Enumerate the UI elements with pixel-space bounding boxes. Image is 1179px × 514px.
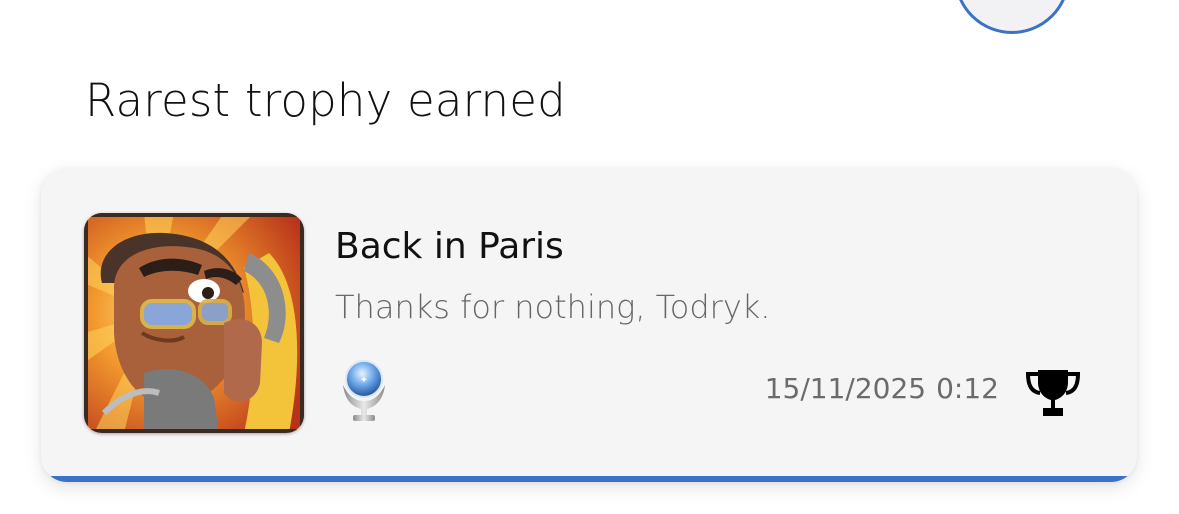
trophy-icon[interactable] — [1024, 364, 1082, 422]
trophy-page: Rarest trophy earned Back in Paris Thank… — [0, 0, 1179, 514]
trophy-description: Thanks for nothing, Todryk. — [335, 288, 771, 326]
section-title: Rarest trophy earned — [85, 74, 566, 127]
game-artwork — [84, 213, 304, 433]
earned-date: 15/11/2025 — [764, 372, 927, 405]
earned-timestamp: 15/11/2025 0:12 — [765, 372, 999, 405]
trophy-name: Back in Paris — [335, 226, 564, 267]
earned-time: 0:12 — [936, 372, 999, 405]
svg-text:✦: ✦ — [360, 375, 368, 386]
avatar-circle[interactable] — [954, 0, 1070, 34]
rarest-trophy-card[interactable]: Back in Paris Thanks for nothing, Todryk… — [41, 168, 1137, 482]
platinum-trophy-icon: ✦ — [339, 357, 389, 423]
card-accent-bar — [41, 476, 1137, 482]
